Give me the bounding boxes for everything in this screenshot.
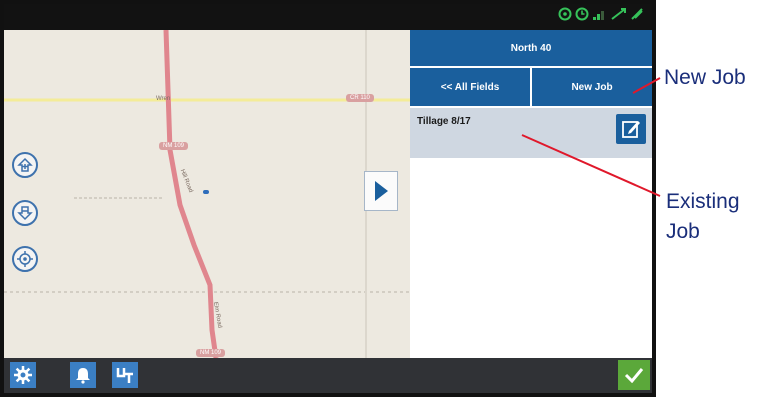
settings-button[interactable]	[10, 362, 36, 388]
status-bar	[4, 4, 652, 30]
new-job-callout: New Job	[664, 66, 746, 89]
gear-icon	[14, 366, 32, 384]
road-shield-top: CR 110	[346, 94, 374, 102]
ut-icon	[116, 368, 133, 383]
center-target-button[interactable]	[12, 246, 38, 272]
vehicle-marker	[203, 190, 209, 194]
zoom-out-home-button[interactable]	[12, 200, 38, 226]
edit-icon	[622, 121, 640, 138]
field-name-header: North 40	[410, 30, 652, 66]
expand-panel-button[interactable]	[364, 171, 398, 211]
checkmark-icon	[624, 368, 644, 383]
map-roads	[4, 30, 410, 358]
map-view[interactable]: Wren CR 110 NM 109 NM 109 Hill Road Elm …	[4, 30, 410, 358]
existing-job-callout-line2: Job	[666, 220, 700, 243]
universal-terminal-button[interactable]	[112, 362, 138, 388]
edit-job-button[interactable]	[616, 114, 646, 144]
steering-status-icon	[631, 8, 643, 20]
rtk-link-icon	[611, 8, 626, 20]
alerts-button[interactable]	[70, 362, 96, 388]
existing-job-callout-line1: Existing	[666, 190, 740, 213]
clock-status-icon	[575, 7, 589, 21]
job-name: Tillage 8/17	[417, 116, 471, 127]
road-shield-bottom: NM 109	[196, 349, 226, 357]
new-job-button[interactable]: New Job	[532, 68, 652, 106]
job-panel: North 40 << All Fields New Job Tillage 8…	[410, 30, 652, 358]
accept-button[interactable]	[618, 360, 650, 390]
all-fields-button[interactable]: << All Fields	[410, 68, 530, 106]
zoom-in-home-button[interactable]	[12, 152, 38, 178]
zoom-in-home-icon	[17, 157, 33, 172]
status-icons	[558, 7, 644, 21]
signal-icon	[593, 11, 604, 20]
road-shield-left: NM 109	[159, 142, 189, 150]
job-list-item[interactable]: Tillage 8/17	[410, 108, 652, 158]
zoom-out-home-icon	[17, 206, 33, 221]
gps-status-icon	[558, 7, 572, 21]
bottom-toolbar	[4, 358, 652, 393]
center-target-icon	[17, 251, 33, 267]
display-frame: Wren CR 110 NM 109 NM 109 Hill Road Elm …	[0, 0, 656, 397]
bell-icon	[76, 368, 90, 384]
play-arrow-icon	[375, 181, 388, 201]
road-label-west: Wren	[156, 96, 171, 102]
